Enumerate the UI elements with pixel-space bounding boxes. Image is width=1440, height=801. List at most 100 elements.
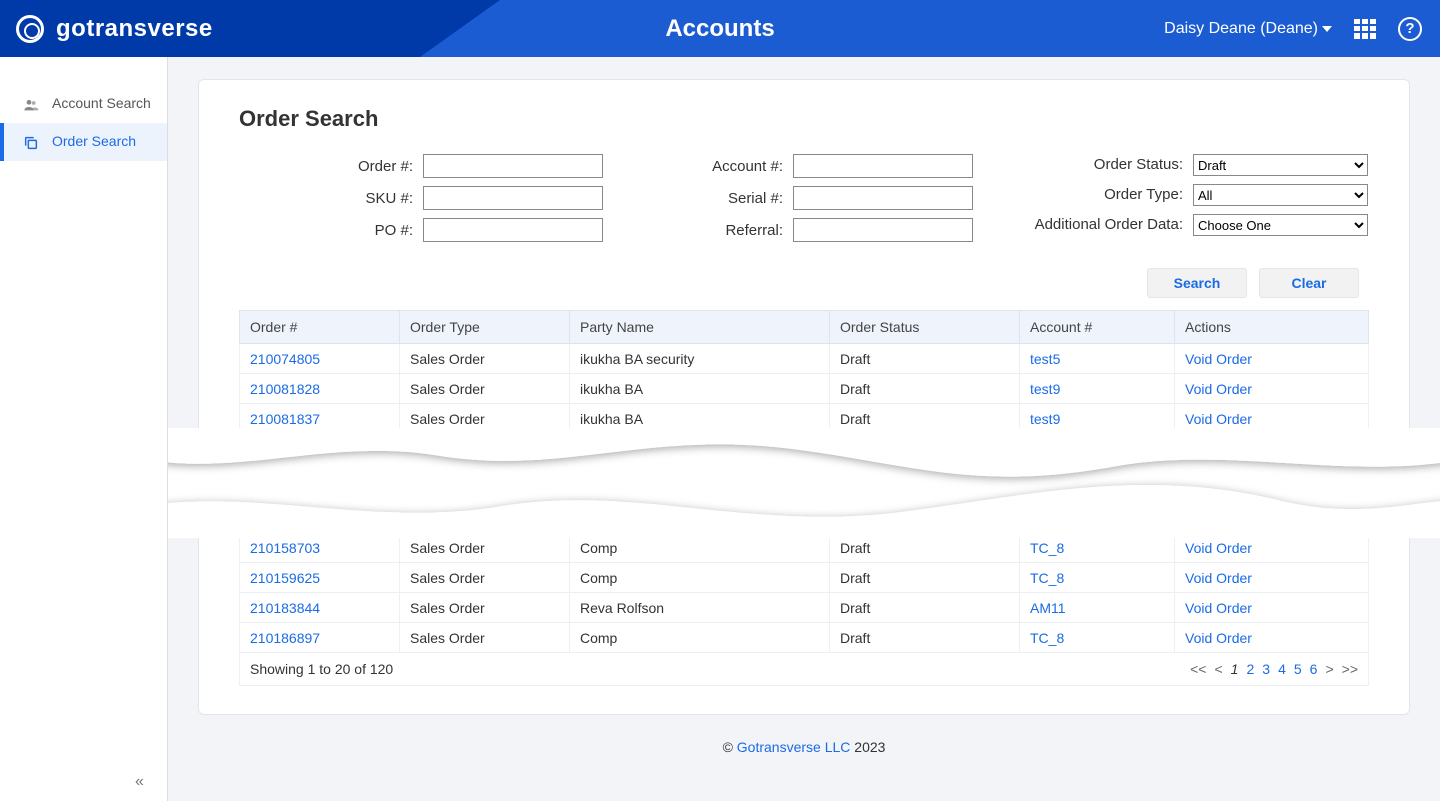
cell-party: euyrweryuerit — [570, 434, 830, 464]
page-title: Accounts — [665, 15, 774, 43]
order-link[interactable]: 210186897 — [250, 630, 320, 646]
page-next[interactable]: > — [1325, 661, 1333, 677]
order-link[interactable]: 210159625 — [250, 570, 320, 586]
sidebar-item-account-search[interactable]: Account Search — [0, 85, 167, 123]
referral-input[interactable] — [793, 218, 973, 242]
brand-logo-icon — [16, 15, 44, 43]
order-link[interactable]: 2101049 — [250, 441, 305, 457]
cell-type: Sales Order — [400, 344, 570, 374]
void-order-action[interactable]: Void Order — [1185, 540, 1252, 556]
th-type[interactable]: Order Type — [400, 311, 570, 344]
copyright-symbol: © — [723, 739, 733, 755]
cell-party — [570, 503, 830, 533]
page-4[interactable]: 4 — [1278, 661, 1286, 677]
order-link[interactable]: 210081837 — [250, 411, 320, 427]
order-search-panel: Order Search Order #: SKU #: PO #: Accou… — [198, 79, 1410, 715]
label-order-no: Order #: — [293, 158, 413, 175]
help-icon[interactable]: ? — [1398, 17, 1422, 41]
account-link[interactable]: test9 — [1030, 411, 1060, 427]
cell-type: Sales Order — [400, 503, 570, 533]
page-first[interactable]: << — [1190, 661, 1206, 677]
additional-select[interactable]: Choose One — [1193, 214, 1368, 236]
void-order-action[interactable]: Void Order — [1185, 600, 1252, 616]
cell-status — [830, 434, 1020, 464]
void-order-action[interactable]: Void Order — [1185, 411, 1252, 427]
footer: © Gotransverse LLC 2023 — [198, 739, 1410, 755]
user-label: Daisy Deane (Deane) — [1164, 20, 1318, 38]
order-type-select[interactable]: All — [1193, 184, 1368, 206]
order-link[interactable]: 210158703 — [250, 540, 320, 556]
cell-status: Dra... — [830, 503, 1020, 533]
cell-status: Draft — [830, 344, 1020, 374]
th-account[interactable]: Account # — [1020, 311, 1175, 344]
void-order-action[interactable]: Void Order — [1185, 630, 1252, 646]
account-link[interactable]: test9 — [1030, 381, 1060, 397]
sidebar-item-order-search[interactable]: Order Search — [0, 123, 167, 161]
people-icon — [22, 97, 40, 113]
void-order-action[interactable]: Void Order — [1185, 381, 1252, 397]
account-link[interactable]: AM11 — [1030, 600, 1066, 616]
order-link[interactable]: 210183844 — [250, 600, 320, 616]
page-last[interactable]: >> — [1342, 661, 1358, 677]
table-head: Order # Order Type Party Name Order Stat… — [240, 311, 1369, 344]
cell-type — [400, 434, 570, 464]
order-link[interactable]: 210081828 — [250, 381, 320, 397]
th-order[interactable]: Order # — [240, 311, 400, 344]
order-link[interactable]: 210074805 — [250, 351, 320, 367]
th-status[interactable]: Order Status — [830, 311, 1020, 344]
order-no-input[interactable] — [423, 154, 603, 178]
page-prev[interactable]: < — [1214, 661, 1222, 677]
cell-party: Comp — [570, 533, 830, 563]
collapse-sidebar-icon[interactable]: « — [135, 773, 1420, 791]
account-link[interactable]: test5 — [1030, 351, 1060, 367]
account-link[interactable]: TC_8 — [1030, 570, 1064, 586]
page-5[interactable]: 5 — [1294, 661, 1302, 677]
brand-text: gotransverse — [56, 15, 213, 43]
table-row: 210183844Sales OrderReva RolfsonDraftAM1… — [240, 593, 1369, 623]
sidebar-item-label: Account Search — [52, 95, 151, 111]
po-input[interactable] — [423, 218, 603, 242]
header-right: Daisy Deane (Deane) ? — [1164, 17, 1422, 41]
cell-status: Draft — [830, 563, 1020, 593]
cell-type: Sales Order — [400, 404, 570, 434]
void-order-action[interactable]: Void O... — [1185, 510, 1239, 526]
apps-icon[interactable] — [1354, 19, 1376, 39]
th-party[interactable]: Party Name — [570, 311, 830, 344]
footer-year: 2023 — [854, 739, 885, 755]
cell-status: Draft — [830, 404, 1020, 434]
cell-party: ikukha BA security — [570, 344, 830, 374]
cell-type: Sales Order — [400, 533, 570, 563]
table-row: 210159625Sales OrderCompDraftTC_8Void Or… — [240, 563, 1369, 593]
order-status-select[interactable]: Draft — [1193, 154, 1368, 176]
page-3[interactable]: 3 — [1262, 661, 1270, 677]
search-button[interactable]: Search — [1147, 268, 1247, 298]
search-form: Order #: SKU #: PO #: Account #: Serial … — [293, 154, 1369, 250]
label-order-type: Order Type: — [1033, 186, 1183, 204]
page-2[interactable]: 2 — [1246, 661, 1254, 677]
cell-type: Sales Order — [400, 563, 570, 593]
void-order-action[interactable]: Void Order — [1185, 570, 1252, 586]
user-menu[interactable]: Daisy Deane (Deane) — [1164, 20, 1332, 38]
cell-status: Draft — [830, 623, 1020, 653]
void-order-action[interactable]: Void Order — [1185, 351, 1252, 367]
clear-button[interactable]: Clear — [1259, 268, 1359, 298]
label-account-no: Account #: — [663, 158, 783, 175]
cell-party: Comp — [570, 623, 830, 653]
footer-link[interactable]: Gotransverse LLC — [737, 739, 851, 755]
page-6[interactable]: 6 — [1310, 661, 1318, 677]
account-no-input[interactable] — [793, 154, 973, 178]
label-order-status: Order Status: — [1033, 156, 1183, 174]
table-row: 210186897 Sales OrderCompDraft TC_8 Void Or… — [240, 623, 1369, 653]
label-serial: Serial #: — [663, 190, 783, 207]
cell-type: Sales Order — [400, 593, 570, 623]
table-row: 2101049 euyrweryuerit — [240, 434, 1369, 464]
sku-input[interactable] — [423, 186, 603, 210]
caret-down-icon — [1322, 26, 1332, 32]
page-1[interactable]: 1 — [1231, 661, 1239, 677]
sidebar: Account Search Order Search — [0, 57, 168, 801]
cell-type: Sales Order — [400, 623, 570, 653]
label-additional: Additional Order Data: — [1033, 216, 1183, 234]
serial-input[interactable] — [793, 186, 973, 210]
account-link[interactable]: TC_8 — [1030, 630, 1064, 646]
account-link[interactable]: TC_8 — [1030, 540, 1064, 556]
